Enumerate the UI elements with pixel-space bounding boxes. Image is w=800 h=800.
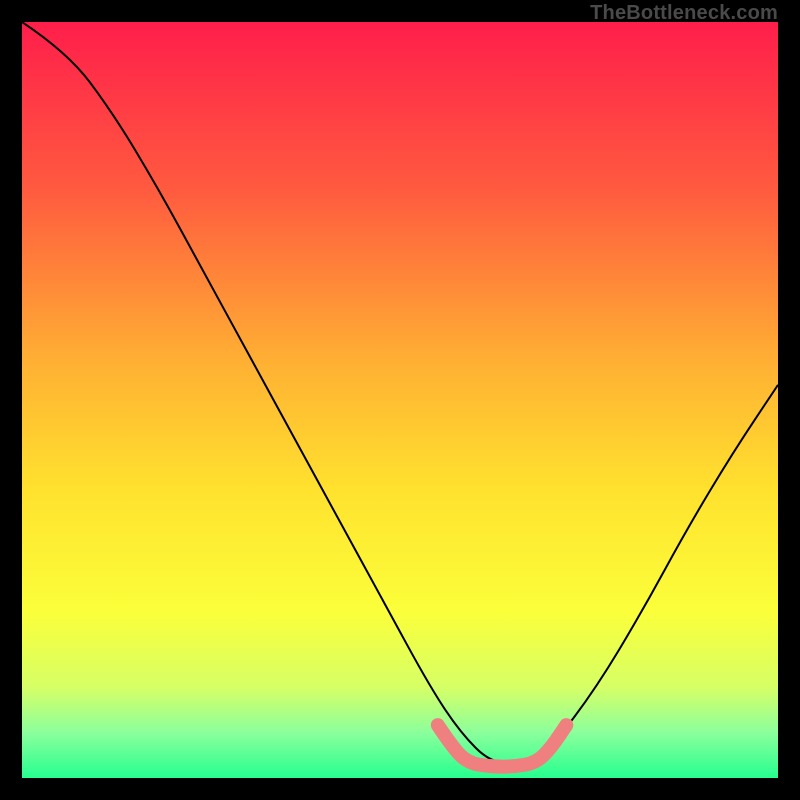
chart-frame: TheBottleneck.com xyxy=(0,0,800,800)
plot-area xyxy=(22,22,778,778)
gradient-background xyxy=(22,22,778,778)
chart-svg xyxy=(22,22,778,778)
